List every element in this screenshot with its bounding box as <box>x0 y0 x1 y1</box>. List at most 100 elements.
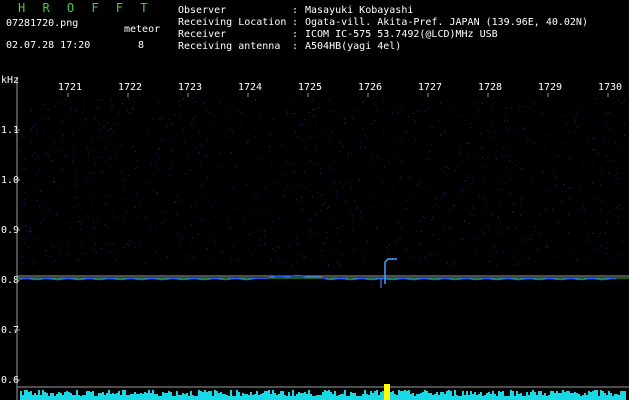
noise-dot <box>218 152 220 154</box>
noise-bar <box>310 394 312 400</box>
noise-dot <box>112 243 114 245</box>
noise-dot <box>323 204 325 206</box>
noise-dot <box>374 120 376 122</box>
noise-dot <box>111 106 113 108</box>
noise-dot <box>303 172 305 174</box>
noise-dot <box>363 261 365 263</box>
noise-bar <box>140 393 142 400</box>
noise-bar <box>334 391 336 400</box>
noise-dot <box>278 257 280 259</box>
noise-dot <box>271 181 273 183</box>
noise-dot <box>621 240 623 242</box>
noise-dot <box>147 130 149 132</box>
noise-dot <box>303 119 305 121</box>
noise-dot <box>441 229 443 231</box>
noise-bar <box>306 394 308 400</box>
noise-bar <box>522 396 524 400</box>
noise-dot <box>132 146 134 148</box>
antenna-label: Receiving antenna <box>178 41 281 52</box>
noise-dot <box>258 193 260 195</box>
noise-dot <box>505 116 507 118</box>
noise-bar <box>442 392 444 400</box>
noise-bar <box>444 394 446 400</box>
noise-dot <box>469 186 471 188</box>
noise-dot <box>453 244 455 246</box>
noise-bar <box>440 392 442 400</box>
noise-dot <box>579 189 581 191</box>
noise-dot <box>20 179 22 181</box>
noise-dot <box>521 167 523 169</box>
noise-dot <box>429 254 431 256</box>
noise-dot <box>110 98 112 100</box>
noise-dot <box>246 142 248 144</box>
noise-bar <box>460 396 462 400</box>
noise-dot <box>372 162 374 164</box>
noise-bar <box>298 392 300 400</box>
noise-dot <box>168 168 170 170</box>
noise-bar <box>314 396 316 400</box>
noise-bar <box>204 390 206 400</box>
noise-dot <box>569 158 571 160</box>
noise-dot <box>522 126 524 128</box>
noise-dot <box>113 216 115 218</box>
noise-dot <box>235 165 237 167</box>
noise-bar <box>402 391 404 400</box>
noise-dot <box>139 203 141 205</box>
noise-bar <box>336 396 338 400</box>
noise-dot <box>321 135 323 137</box>
noise-dot <box>310 160 312 162</box>
antenna-value: A504HB(yagi 4el) <box>305 41 402 52</box>
noise-dot <box>359 147 361 149</box>
noise-dot <box>616 207 618 209</box>
noise-dot <box>472 207 474 209</box>
noise-dot <box>298 200 300 202</box>
noise-bar <box>198 390 200 400</box>
noise-bar <box>120 395 122 400</box>
noise-dot <box>464 119 466 121</box>
noise-dot <box>375 227 377 229</box>
noise-bar <box>108 390 110 400</box>
noise-bar <box>412 393 414 400</box>
noise-bar <box>356 396 358 400</box>
noise-dot <box>94 117 96 119</box>
noise-dot <box>489 131 491 133</box>
noise-dot <box>31 141 33 143</box>
noise-dot <box>231 185 233 187</box>
noise-dot <box>270 162 272 164</box>
noise-dot <box>343 118 345 120</box>
noise-dot <box>77 197 79 199</box>
noise-dot <box>478 195 480 197</box>
noise-dot <box>251 231 253 233</box>
noise-dot <box>384 165 386 167</box>
noise-bar <box>256 391 258 400</box>
noise-dot <box>444 132 446 134</box>
noise-dot <box>481 165 483 167</box>
noise-dot <box>227 221 229 223</box>
noise-dot <box>176 214 178 216</box>
noise-bar <box>218 393 220 400</box>
noise-dot <box>610 258 612 260</box>
noise-dot <box>545 207 547 209</box>
noise-dot <box>205 155 207 157</box>
noise-dot <box>519 202 521 204</box>
noise-dot <box>578 127 580 129</box>
noise-dot <box>356 110 358 112</box>
noise-dot <box>328 99 330 101</box>
noise-dot <box>269 134 271 136</box>
noise-dot <box>61 168 63 170</box>
noise-dot <box>109 165 111 167</box>
noise-bar <box>404 390 406 400</box>
noise-dot <box>446 262 448 264</box>
noise-dot <box>607 222 609 224</box>
noise-dot <box>165 219 167 221</box>
noise-dot <box>351 214 353 216</box>
noise-bar <box>48 396 50 400</box>
noise-dot <box>91 204 93 206</box>
noise-dot <box>30 110 32 112</box>
noise-bar <box>282 391 284 400</box>
noise-dot <box>72 160 74 162</box>
noise-dot <box>618 204 620 206</box>
noise-bar <box>72 395 74 400</box>
noise-dot <box>346 154 348 156</box>
noise-dot <box>135 217 137 219</box>
